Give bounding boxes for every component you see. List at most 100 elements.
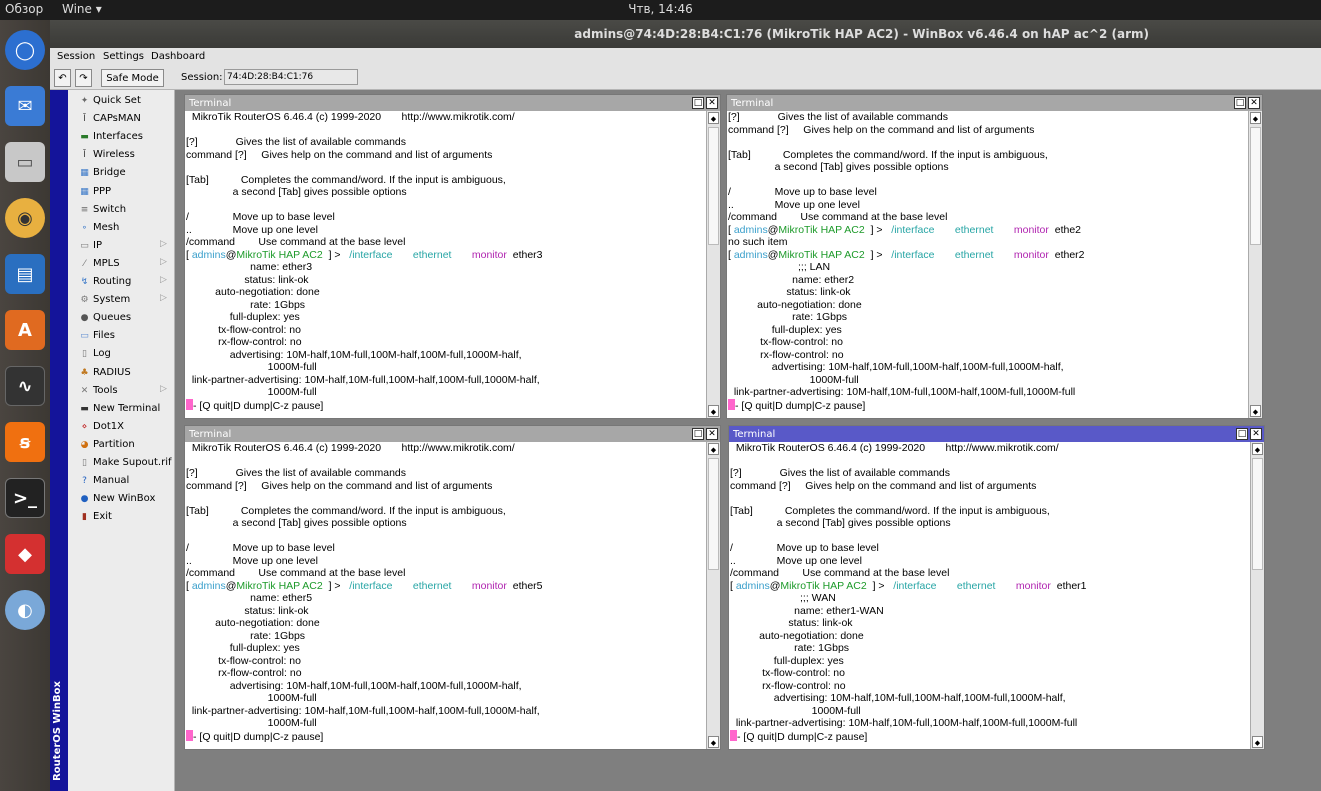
- scroll-thumb[interactable]: [708, 127, 719, 245]
- system-monitor-icon[interactable]: ∿: [5, 366, 45, 406]
- sidebar-item-files[interactable]: ▭ Files: [68, 327, 175, 345]
- close-button[interactable]: ✕: [1248, 97, 1260, 109]
- terminal-title[interactable]: Terminal: [185, 95, 720, 111]
- window-titlebar[interactable]: admins@74:4D:28:B4:C1:76 (MikroTik HAP A…: [50, 20, 1321, 48]
- menu-settings[interactable]: Settings: [103, 51, 144, 62]
- scroll-down-button[interactable]: ◆: [708, 405, 719, 417]
- sidebar-item-switch[interactable]: ≡ Switch: [68, 201, 175, 219]
- thunderbird-icon[interactable]: ✉: [5, 86, 45, 126]
- sidebar-item-new-terminal[interactable]: ▬ New Terminal: [68, 400, 175, 418]
- clock[interactable]: Чтв, 14:46: [0, 2, 1321, 16]
- scroll-thumb[interactable]: [1250, 127, 1261, 245]
- sidebar-item-dot1x[interactable]: ⋄ Dot1X: [68, 418, 175, 436]
- terminal-text: 1000M-full: [186, 717, 317, 729]
- terminal-title[interactable]: Terminal: [185, 426, 720, 442]
- sidebar-item-wireless[interactable]: Ī Wireless: [68, 146, 175, 164]
- sidebar-item-mesh[interactable]: ∘ Mesh: [68, 219, 175, 237]
- terminal-window-4[interactable]: Terminal □ ✕ MikroTik RouterOS 6.46.4 (c) …: [728, 425, 1265, 750]
- scroll-up-button[interactable]: ◆: [1250, 112, 1261, 124]
- rhythmbox-icon[interactable]: ◉: [5, 198, 45, 238]
- scrollbar[interactable]: ◆ ◆: [706, 442, 720, 749]
- terminal-title[interactable]: Terminal: [729, 426, 1264, 442]
- terminal-window-2[interactable]: Terminal □ ✕ [?] Gives the list of availabl…: [726, 94, 1263, 419]
- terminal-title[interactable]: Terminal: [727, 95, 1262, 111]
- close-button[interactable]: ✕: [706, 97, 718, 109]
- scrollbar[interactable]: ◆ ◆: [706, 111, 720, 418]
- scroll-up-button[interactable]: ◆: [708, 112, 719, 124]
- sidebar-item-queues[interactable]: ● Queues: [68, 309, 175, 327]
- terminal-line: full-duplex: yes: [730, 655, 1250, 668]
- menu-dashboard[interactable]: Dashboard: [151, 51, 205, 62]
- session-field[interactable]: 74:4D:28:B4:C1:76: [224, 69, 358, 85]
- chromium-icon[interactable]: ◯: [5, 30, 45, 70]
- menu-session[interactable]: Session: [57, 51, 95, 62]
- scroll-down-button[interactable]: ◆: [1252, 736, 1263, 748]
- sidebar-item-ppp[interactable]: ▦ PPP: [68, 183, 175, 201]
- terminal-window-1[interactable]: Terminal □ ✕ MikroTik RouterOS 6.46.4 (c) …: [184, 94, 721, 419]
- maximize-button[interactable]: □: [1234, 97, 1246, 109]
- maximize-button[interactable]: □: [692, 97, 704, 109]
- scrollbar[interactable]: ◆ ◆: [1250, 442, 1264, 749]
- sidebar-item-ip[interactable]: ▭ IP ▷: [68, 237, 175, 255]
- terminal-text: /interface: [893, 579, 937, 592]
- sidebar-item-bridge[interactable]: ▦ Bridge: [68, 164, 175, 182]
- terminal-line: / Move up to base level: [186, 211, 706, 224]
- sidebar-item-new-winbox[interactable]: ● New WinBox: [68, 490, 175, 508]
- terminal-output[interactable]: MikroTik RouterOS 6.46.4 (c) 1999-2020 h…: [185, 442, 706, 749]
- terminal-line: / Move up to base level: [730, 542, 1250, 555]
- sidebar-item-quick-set[interactable]: ✦ Quick Set: [68, 92, 175, 110]
- terminal-output[interactable]: [?] Gives the list of available commands…: [727, 111, 1248, 418]
- sidebar-item-label: Partition: [93, 438, 135, 450]
- ppp-icon: ▦: [80, 186, 89, 197]
- maximize-button[interactable]: □: [1236, 428, 1248, 440]
- terminal-output[interactable]: MikroTik RouterOS 6.46.4 (c) 1999-2020 h…: [729, 442, 1250, 749]
- sidebar-item-partition[interactable]: ◕ Partition: [68, 436, 175, 454]
- software-center-icon[interactable]: A: [5, 310, 45, 350]
- sidebar-item-routing[interactable]: ↯ Routing ▷: [68, 273, 175, 291]
- terminal-line: rx-flow-control: no: [730, 680, 1250, 693]
- sidebar-item-make-supout-rif[interactable]: ▯ Make Supout.rif: [68, 454, 175, 472]
- terminal-line: [?] Gives the list of available commands: [730, 467, 1250, 480]
- redo-button[interactable]: ↷: [75, 69, 92, 87]
- undo-button[interactable]: ↶: [54, 69, 71, 87]
- writer-icon[interactable]: ▤: [5, 254, 45, 294]
- terminal-window-3[interactable]: Terminal □ ✕ MikroTik RouterOS 6.46.4 (c) …: [184, 425, 721, 750]
- sidebar-item-system[interactable]: ⚙ System ▷: [68, 291, 175, 309]
- scroll-up-button[interactable]: ◆: [1252, 443, 1263, 455]
- terminal-line: MikroTik RouterOS 6.46.4 (c) 1999-2020 h…: [186, 111, 706, 124]
- terminal-output[interactable]: MikroTik RouterOS 6.46.4 (c) 1999-2020 h…: [185, 111, 706, 418]
- close-button[interactable]: ✕: [706, 428, 718, 440]
- scroll-down-button[interactable]: ◆: [708, 736, 719, 748]
- winbox-app-icon[interactable]: ◐: [5, 590, 45, 630]
- sidebar-item-exit[interactable]: ▮ Exit: [68, 508, 175, 526]
- close-button[interactable]: ✕: [1250, 428, 1262, 440]
- sidebar-item-manual[interactable]: ? Manual: [68, 472, 175, 490]
- files-app-icon[interactable]: ▭: [5, 142, 45, 182]
- terminal-icon: ▬: [80, 403, 89, 414]
- sidebar-item-log[interactable]: ▯ Log: [68, 345, 175, 363]
- terminal-text: / Move up to base level: [186, 211, 335, 223]
- terminal-line: MikroTik RouterOS 6.46.4 (c) 1999-2020 h…: [730, 442, 1250, 455]
- scrollbar[interactable]: ◆ ◆: [1248, 111, 1262, 418]
- terminal-line: 1000M-full: [186, 386, 706, 399]
- safe-mode-button[interactable]: Safe Mode: [101, 69, 164, 87]
- scroll-up-button[interactable]: ◆: [708, 443, 719, 455]
- terminal-app-icon[interactable]: >_: [5, 478, 45, 518]
- sidebar-item-capsman[interactable]: Ī CAPsMAN: [68, 110, 175, 128]
- scroll-down-button[interactable]: ◆: [1250, 405, 1261, 417]
- maximize-button[interactable]: □: [692, 428, 704, 440]
- sidebar-item-mpls[interactable]: ⁄ MPLS ▷: [68, 255, 175, 273]
- terminal-line: .. Move up one level: [186, 224, 706, 237]
- xampp-icon[interactable]: ꞩ: [5, 422, 45, 462]
- sidebar-item-tools[interactable]: ✕ Tools ▷: [68, 382, 175, 400]
- terminal-text: @: [225, 579, 237, 592]
- terminal-text: /interface: [349, 579, 393, 592]
- anydesk-icon[interactable]: ◆: [5, 534, 45, 574]
- scroll-thumb[interactable]: [1252, 458, 1263, 570]
- sidebar-item-radius[interactable]: ♣ RADIUS: [68, 364, 175, 382]
- files-icon: ▭: [80, 331, 89, 342]
- sidebar-item-interfaces[interactable]: ▬ Interfaces: [68, 128, 175, 146]
- submenu-arrow-icon: ▷: [160, 256, 167, 267]
- scroll-thumb[interactable]: [708, 458, 719, 570]
